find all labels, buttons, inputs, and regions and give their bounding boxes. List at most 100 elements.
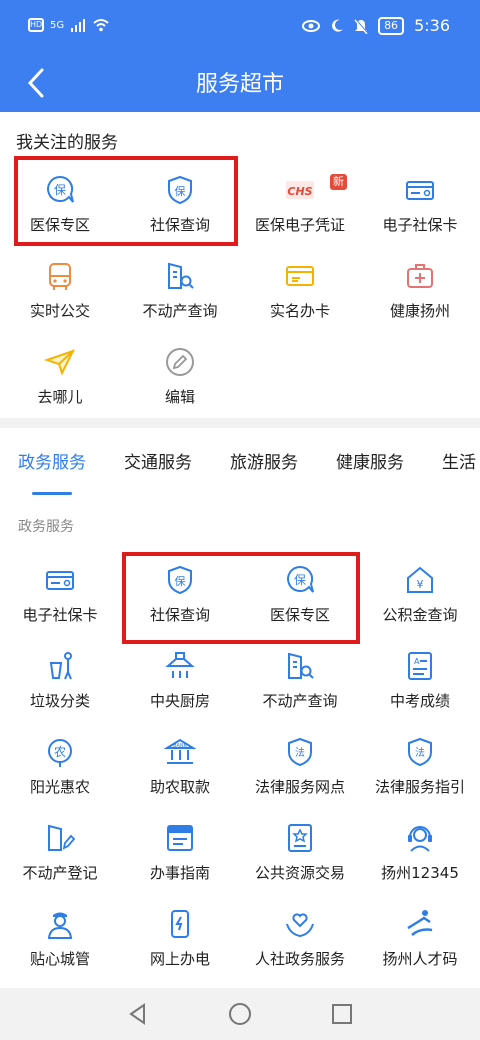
building-search-icon	[168, 262, 194, 289]
gov-item[interactable]: 法 法律服务指引	[360, 730, 480, 814]
gov-label: 法律服务指引	[374, 778, 465, 796]
talent-runner-icon	[407, 910, 433, 936]
gov-item[interactable]: 扬州12345	[360, 816, 480, 900]
svg-text:A: A	[414, 657, 420, 666]
svg-text:农: 农	[54, 745, 66, 759]
tab-tourism[interactable]: 旅游服务	[230, 448, 298, 473]
gov-item[interactable]: 扬州人才码	[360, 902, 480, 986]
phone-power-icon	[171, 910, 189, 938]
gov-label: 办事指南	[149, 864, 210, 882]
gov-item[interactable]: ¥ 公积金查询	[360, 558, 480, 642]
edit-pencil-icon	[166, 348, 194, 376]
gov-label: 法律服务网点	[254, 778, 345, 796]
exam-score-icon: A	[408, 652, 432, 680]
gov-label: 助农取款	[149, 778, 210, 796]
gov-label: 垃圾分类	[29, 692, 90, 710]
property-register-icon	[48, 824, 76, 851]
gov-label: 中考成绩	[389, 692, 450, 710]
category-tabs: 政务服务 交通服务 旅游服务 健康服务 生活	[0, 448, 480, 488]
battery-indicator: 86	[378, 16, 405, 35]
nav-back-icon[interactable]	[126, 1002, 150, 1026]
fav-label: 健康扬州	[389, 302, 450, 320]
house-yen-icon: ¥	[407, 566, 433, 593]
fav-health[interactable]: 健康扬州	[360, 254, 480, 338]
guide-book-icon	[167, 825, 193, 851]
gov-item[interactable]: 不动产登记	[0, 816, 120, 900]
heart-hands-icon	[286, 913, 314, 938]
medkit-icon	[407, 264, 433, 288]
moon-icon	[332, 19, 344, 32]
clock: 5:36	[414, 16, 450, 35]
public-resource-icon	[288, 824, 312, 852]
svg-text:¥: ¥	[417, 578, 424, 591]
gov-item[interactable]: 网上办电	[120, 902, 240, 986]
gov-label: 人社政务服务	[254, 950, 345, 968]
gov-label: 贴心城管	[29, 950, 90, 968]
gov-item[interactable]: 公共资源交易	[240, 816, 360, 900]
fav-label: 不动产查询	[142, 302, 218, 320]
svg-text:法: 法	[295, 746, 305, 759]
fav-qunar[interactable]: 去哪儿	[0, 340, 120, 424]
gov-label: 中央厨房	[149, 692, 210, 710]
gov-subheading: 政务服务	[18, 519, 74, 535]
svg-text:法: 法	[415, 746, 425, 759]
fav-idcard[interactable]: 实名办卡	[240, 254, 360, 338]
tab-life[interactable]: 生活	[442, 448, 476, 473]
svg-text:BANK: BANK	[173, 743, 188, 749]
new-badge: 新	[330, 174, 347, 190]
city-manager-icon	[47, 912, 73, 939]
gov-item[interactable]: 人社政务服务	[240, 902, 360, 986]
tab-health[interactable]: 健康服务	[336, 448, 404, 473]
status-bar: HD 5G 86 5:36	[0, 0, 480, 54]
fav-card[interactable]: 电子社保卡	[360, 168, 480, 252]
wifi-icon	[93, 19, 109, 32]
fav-realestate[interactable]: 不动产查询	[120, 254, 240, 338]
gov-item[interactable]: BANK 助农取款	[120, 730, 240, 814]
bank-icon: BANK	[164, 738, 196, 764]
bus-icon	[49, 263, 71, 290]
active-tab-indicator	[32, 492, 72, 495]
agriculture-icon: 农	[48, 739, 72, 767]
fav-label: 电子社保卡	[382, 216, 458, 234]
nav-recents-icon[interactable]	[330, 1002, 354, 1026]
title-bar: 服务超市	[0, 54, 480, 112]
fav-label: 编辑	[164, 388, 195, 406]
eye-icon	[302, 19, 321, 32]
highlight-box-favorites	[14, 156, 238, 246]
fav-edit[interactable]: 编辑	[120, 340, 240, 424]
idcard-icon	[286, 266, 314, 286]
gov-item[interactable]: 办事指南	[120, 816, 240, 900]
gov-item[interactable]: 不动产查询	[240, 644, 360, 728]
tab-gov[interactable]: 政务服务	[18, 448, 86, 473]
gov-item[interactable]: 农 阳光惠农	[0, 730, 120, 814]
fav-label: 实名办卡	[269, 302, 330, 320]
gov-label: 网上办电	[149, 950, 210, 968]
svg-text:CHS: CHS	[287, 185, 312, 198]
nav-home-icon[interactable]	[228, 1002, 252, 1026]
tab-traffic[interactable]: 交通服务	[124, 448, 192, 473]
page-title: 服务超市	[195, 72, 284, 97]
gov-item[interactable]: A 中考成绩	[360, 644, 480, 728]
chs-icon: CHS	[286, 181, 314, 199]
gov-item[interactable]: 法 法律服务网点	[240, 730, 360, 814]
mute-bell-icon	[354, 17, 368, 34]
trash-person-icon	[49, 652, 72, 680]
system-nav-bar	[0, 988, 480, 1040]
card-icon	[406, 181, 434, 200]
building-search-icon	[288, 652, 314, 679]
gov-label: 扬州人才码	[382, 950, 458, 968]
fav-label: 实时公交	[29, 302, 90, 320]
fav-label: 去哪儿	[37, 388, 83, 406]
gov-item[interactable]: 电子社保卡	[0, 558, 120, 642]
paper-plane-icon	[44, 349, 75, 376]
gov-item[interactable]: 中央厨房	[120, 644, 240, 728]
kitchen-hood-icon	[165, 652, 195, 678]
card-icon	[46, 571, 74, 590]
highlight-box-gov	[122, 552, 360, 644]
gov-item[interactable]: 垃圾分类	[0, 644, 120, 728]
gov-item[interactable]: 贴心城管	[0, 902, 120, 986]
gov-label: 公积金查询	[382, 606, 458, 624]
favorites-heading: 我关注的服务	[16, 133, 118, 153]
fav-bus[interactable]: 实时公交	[0, 254, 120, 338]
network-label: 5G	[50, 19, 65, 31]
